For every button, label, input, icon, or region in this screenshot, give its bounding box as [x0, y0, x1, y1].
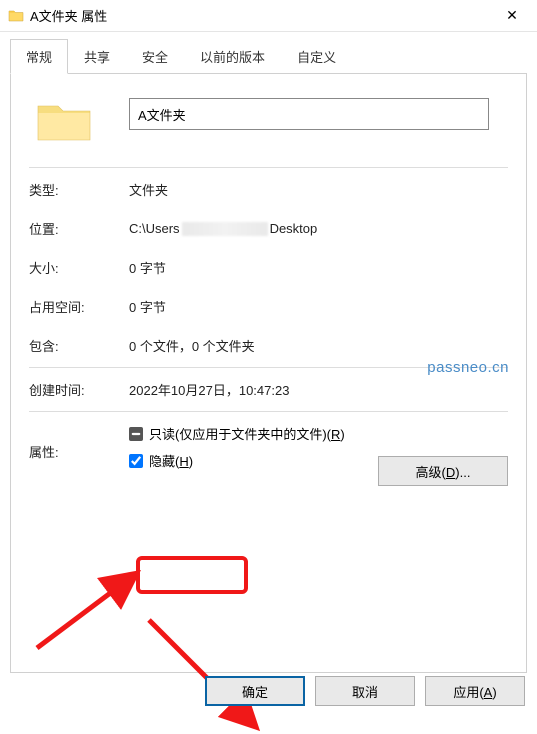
annotation-arrow-to-ok [141, 614, 271, 734]
sizeondisk-value: 0 字节 [129, 297, 508, 316]
location-value: C:\Users Desktop [129, 221, 508, 237]
created-value: 2022年10月27日，10:47:23 [129, 380, 508, 399]
tab-sharing[interactable]: 共享 [68, 39, 126, 74]
tab-customize[interactable]: 自定义 [281, 39, 352, 74]
size-value: 0 字节 [129, 258, 508, 277]
tab-general[interactable]: 常规 [10, 39, 68, 74]
folder-large-icon [35, 98, 93, 144]
folder-name-input[interactable] [129, 98, 489, 130]
ok-button[interactable]: 确定 [205, 676, 305, 706]
location-suffix: Desktop [270, 221, 318, 236]
created-label: 创建时间: [29, 380, 129, 399]
hidden-label: 隐藏(H) [149, 451, 193, 470]
separator [29, 167, 508, 168]
apply-button[interactable]: 应用(A) [425, 676, 525, 706]
tab-previous-versions[interactable]: 以前的版本 [184, 39, 281, 74]
content-area: 常规 共享 安全 以前的版本 自定义 类型: 文件夹 [0, 32, 537, 683]
attributes-label: 属性: [29, 442, 129, 461]
tab-security[interactable]: 安全 [126, 39, 184, 74]
type-label: 类型: [29, 180, 129, 199]
location-label: 位置: [29, 219, 129, 238]
tab-strip: 常规 共享 安全 以前的版本 自定义 [10, 38, 527, 73]
contains-value: 0 个文件，0 个文件夹 [129, 336, 508, 355]
hidden-checkbox[interactable] [129, 454, 143, 468]
close-button[interactable]: ✕ [489, 1, 535, 31]
readonly-checkbox[interactable] [129, 427, 143, 441]
size-label: 大小: [29, 258, 129, 277]
readonly-label: 只读(仅应用于文件夹中的文件)(R) [149, 424, 345, 443]
location-redacted [182, 222, 268, 236]
readonly-checkbox-row[interactable]: 只读(仅应用于文件夹中的文件)(R) [129, 424, 508, 443]
cancel-button[interactable]: 取消 [315, 676, 415, 706]
advanced-button[interactable]: 高级(D)... [378, 456, 508, 486]
window-title: A文件夹 属性 [30, 6, 489, 25]
sizeondisk-label: 占用空间: [29, 297, 129, 316]
separator [29, 367, 508, 368]
location-prefix: C:\Users [129, 221, 180, 236]
contains-label: 包含: [29, 336, 129, 355]
dialog-footer: 确定 取消 应用(A) [205, 676, 525, 706]
annotation-highlight-hidden [136, 556, 248, 594]
type-value: 文件夹 [129, 180, 508, 199]
separator [29, 411, 508, 412]
annotation-arrow-to-hidden [29, 546, 149, 656]
title-bar: A文件夹 属性 ✕ [0, 0, 537, 32]
tab-body-general: 类型: 文件夹 位置: C:\Users Desktop 大小: 0 字节 占用空… [10, 73, 527, 673]
folder-icon [8, 8, 24, 24]
